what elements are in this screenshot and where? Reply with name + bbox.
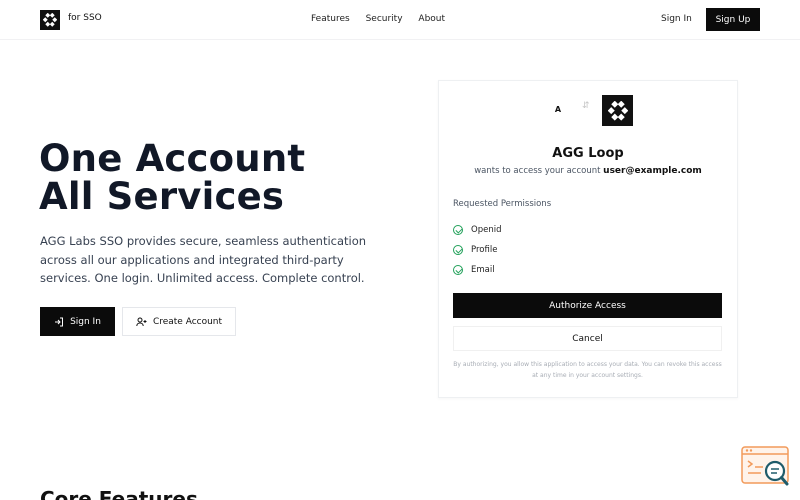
check-circle-icon <box>453 245 463 255</box>
hero-sign-in-button[interactable]: Sign In <box>40 307 115 336</box>
sign-up-button[interactable]: Sign Up <box>706 8 760 31</box>
hero-title-line2: All Services <box>39 175 285 218</box>
search-inspect-widget-icon[interactable] <box>741 445 791 489</box>
create-account-button[interactable]: Create Account <box>122 307 236 336</box>
nav-links: Features Security About <box>311 14 458 24</box>
nav-sign-in-link[interactable]: Sign In <box>661 14 692 24</box>
agg-loop-logo-icon <box>602 95 633 126</box>
authorize-access-button[interactable]: Authorize Access <box>453 293 722 318</box>
top-nav: for SSO Features Security About Sign In … <box>0 0 800 40</box>
user-email: user@example.com <box>603 166 702 176</box>
permission-label: Profile <box>471 245 498 255</box>
nav-link-security[interactable]: Security <box>366 14 403 24</box>
access-request-prefix: wants to access your account <box>474 166 601 176</box>
permission-item: Openid <box>453 220 501 240</box>
access-request-text: wants to access your account user@exampl… <box>438 166 738 176</box>
hero-sign-in-label: Sign In <box>70 316 101 327</box>
permissions-list: Openid Profile Email <box>453 220 501 280</box>
permission-label: Openid <box>471 225 502 235</box>
nav-link-features[interactable]: Features <box>311 14 350 24</box>
hero-title: One Account All Services <box>39 140 305 216</box>
permission-item: Email <box>453 260 501 280</box>
client-app-avatar: A <box>554 104 562 114</box>
login-icon <box>55 317 64 326</box>
hero-title-line1: One Account <box>39 137 306 180</box>
brand-name: for SSO <box>68 13 102 23</box>
permission-label: Email <box>471 265 495 275</box>
cancel-button[interactable]: Cancel <box>453 326 722 351</box>
permission-item: Profile <box>453 240 501 260</box>
app-name: AGG Loop <box>552 146 624 161</box>
check-circle-icon <box>453 265 463 275</box>
link-arrows-icon: ⇵ <box>582 101 590 111</box>
check-circle-icon <box>453 225 463 235</box>
create-account-label: Create Account <box>152 316 223 327</box>
nav-link-about[interactable]: About <box>418 14 445 24</box>
user-plus-icon <box>136 317 147 326</box>
authorization-disclaimer: By authorizing, you allow this applicati… <box>453 361 722 379</box>
core-features-heading: Core Features <box>40 487 198 500</box>
hero-description: AGG Labs SSO provides secure, seamless a… <box>40 234 367 285</box>
permissions-heading: Requested Permissions <box>453 199 552 209</box>
brand-logo-icon[interactable] <box>40 10 60 30</box>
